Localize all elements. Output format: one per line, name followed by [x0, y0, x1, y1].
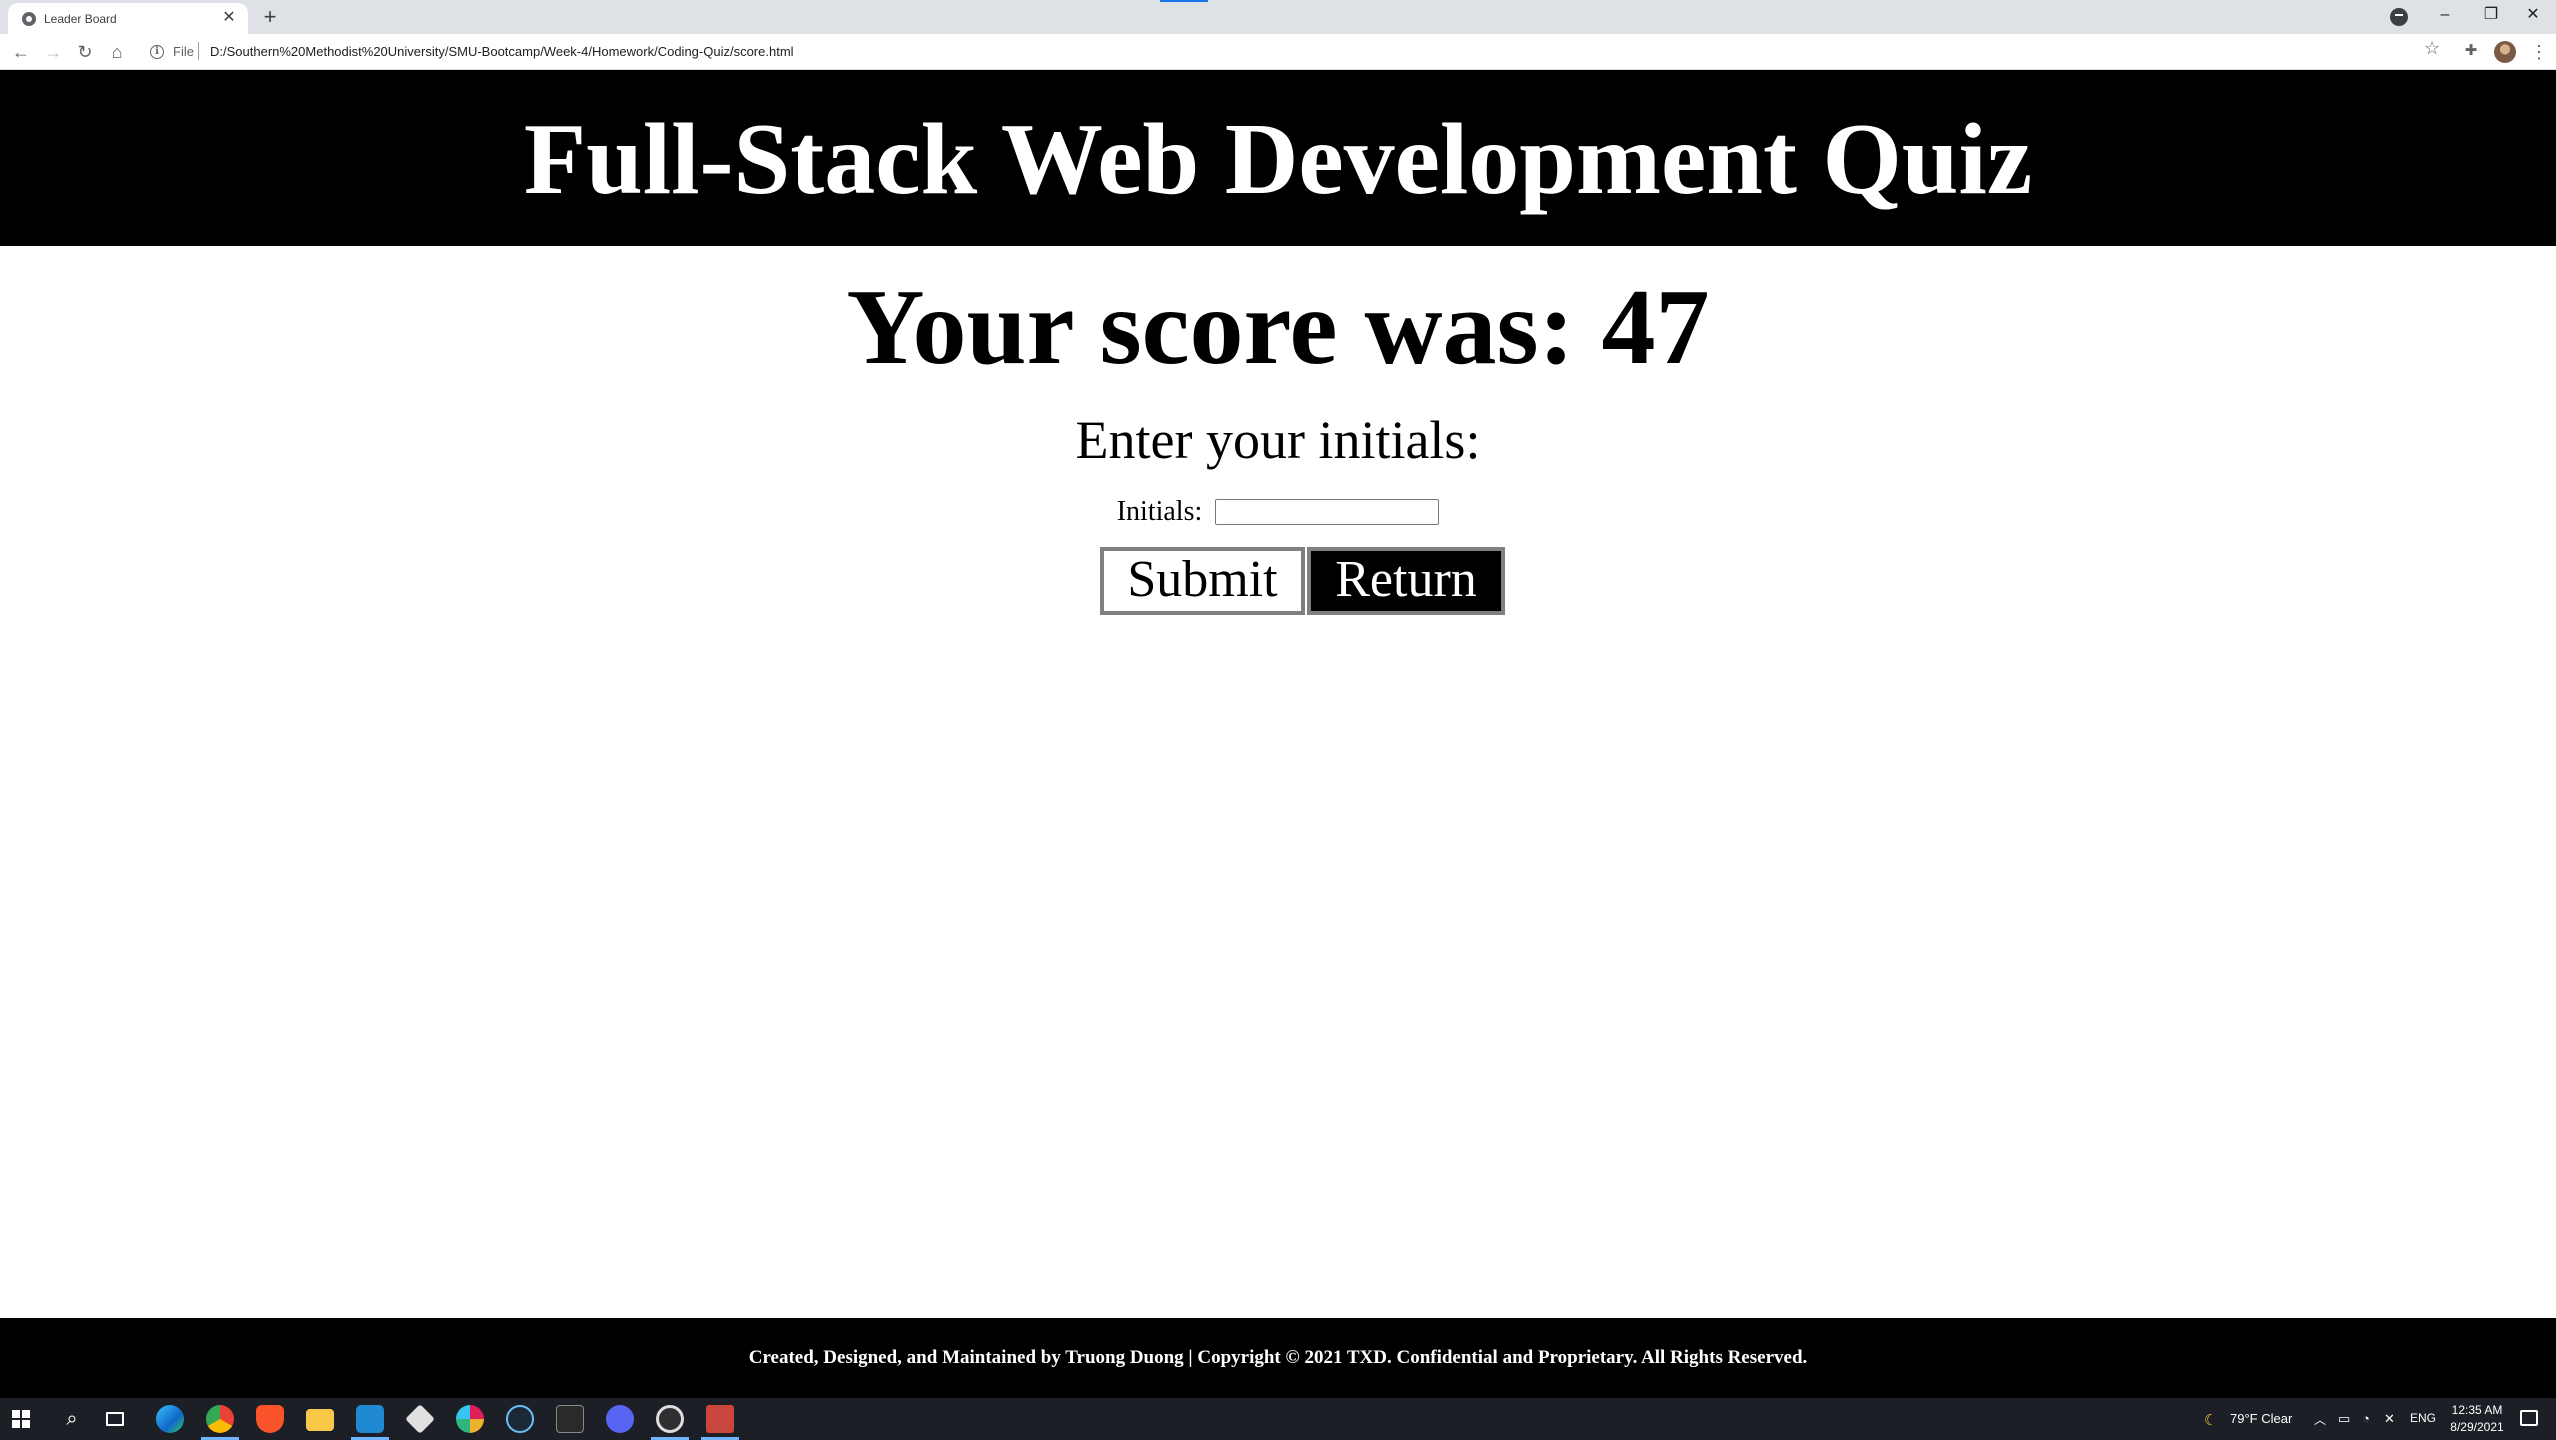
tab-loading-indicator [1160, 0, 1208, 2]
site-header: Full-Stack Web Development Quiz [0, 70, 2556, 246]
git-icon[interactable] [405, 1404, 435, 1434]
url-scheme: File [173, 44, 194, 59]
forward-arrow-icon[interactable]: → [40, 40, 66, 64]
slack-icon[interactable] [456, 1405, 484, 1433]
bookmark-star-icon[interactable]: ☆ [2424, 38, 2440, 59]
extensions-puzzle-icon[interactable]: ✚ [2462, 42, 2480, 60]
site-footer: Created, Designed, and Maintained by Tru… [0, 1318, 2556, 1398]
chrome-icon[interactable] [206, 1405, 234, 1433]
initials-input[interactable] [1215, 498, 1440, 525]
moon-weather-icon: ☾ [2204, 1412, 2218, 1429]
close-tab-icon[interactable]: ✕ [220, 9, 238, 27]
language-indicator[interactable]: ENG [2410, 1411, 2436, 1425]
kebab-menu-icon[interactable]: ⋮ [2530, 40, 2548, 64]
taskbar-clock[interactable]: 12:35 AM 8/29/2021 [2436, 1402, 2518, 1436]
info-icon[interactable]: i [150, 45, 164, 59]
close-window-button[interactable]: ✕ [2510, 0, 2556, 32]
initials-prompt: Enter your initials: [1075, 410, 1481, 470]
search-icon[interactable]: ⌕ [58, 1405, 86, 1433]
chevron-up-icon[interactable]: ︿ [2314, 1411, 2326, 1428]
steam-icon[interactable] [506, 1405, 534, 1433]
clock-time: 12:35 AM [2451, 1403, 2503, 1417]
brave-icon[interactable] [256, 1405, 284, 1433]
clock-date: 8/29/2021 [2450, 1420, 2504, 1434]
weather-text[interactable]: 79°F Clear [2230, 1411, 2292, 1426]
minimize-button[interactable]: – [2422, 0, 2468, 32]
vscode-icon[interactable] [356, 1405, 384, 1433]
home-icon[interactable]: ⌂ [104, 40, 130, 64]
browser-tab[interactable]: Leader Board ✕ [8, 3, 248, 34]
new-tab-button[interactable]: + [258, 5, 282, 29]
footer-copyright: Created, Designed, and Maintained by Tru… [748, 1347, 1808, 1368]
url-separator [198, 42, 199, 60]
file-explorer-icon[interactable] [306, 1409, 334, 1431]
network-icon[interactable]: ◔ [2362, 1411, 2370, 1426]
battery-icon[interactable]: ▭ [2338, 1411, 2350, 1427]
obs-icon[interactable] [656, 1405, 684, 1433]
globe-icon [22, 12, 36, 26]
restore-button[interactable]: ❐ [2468, 0, 2514, 32]
reload-icon[interactable]: ↻ [72, 40, 98, 64]
initials-label: Initials: [1116, 495, 1203, 527]
back-arrow-icon[interactable]: ← [8, 40, 34, 64]
windows-taskbar: ⌕ ☾ 79°F Clear ︿ ▭ ◔ ✕ ENG 12:35 AM 8/29… [0, 1398, 2556, 1440]
url-text[interactable]: D:/Southern%20Methodist%20University/SMU… [210, 44, 794, 59]
app-icon[interactable] [706, 1405, 734, 1433]
tab-title: Leader Board [44, 12, 117, 26]
return-button[interactable]: Return [1307, 547, 1505, 615]
edge-icon[interactable] [156, 1405, 184, 1433]
address-bar[interactable]: i File D:/Southern%20Methodist%20Univers… [146, 38, 2446, 66]
profile-avatar[interactable] [2494, 41, 2516, 63]
task-view-icon[interactable] [106, 1412, 124, 1426]
notification-icon[interactable] [2520, 1410, 2538, 1426]
submit-button[interactable]: Submit [1100, 547, 1305, 615]
browser-tab-strip: Leader Board ✕ + – ❐ ✕ [0, 0, 2556, 34]
discord-icon[interactable] [606, 1405, 634, 1433]
site-title: Full-Stack Web Development Quiz [523, 103, 2033, 216]
tab-search-icon[interactable] [2390, 8, 2408, 26]
score-heading: Your score was: 47 [846, 268, 1710, 387]
browser-toolbar: ← → ↻ ⌂ i File D:/Southern%20Methodist%2… [0, 34, 2556, 70]
epic-games-icon[interactable] [556, 1405, 584, 1433]
volume-muted-icon[interactable]: ✕ [2384, 1411, 2395, 1427]
initials-form-row: Initials: [0, 492, 2556, 530]
windows-start-icon[interactable] [12, 1410, 30, 1428]
